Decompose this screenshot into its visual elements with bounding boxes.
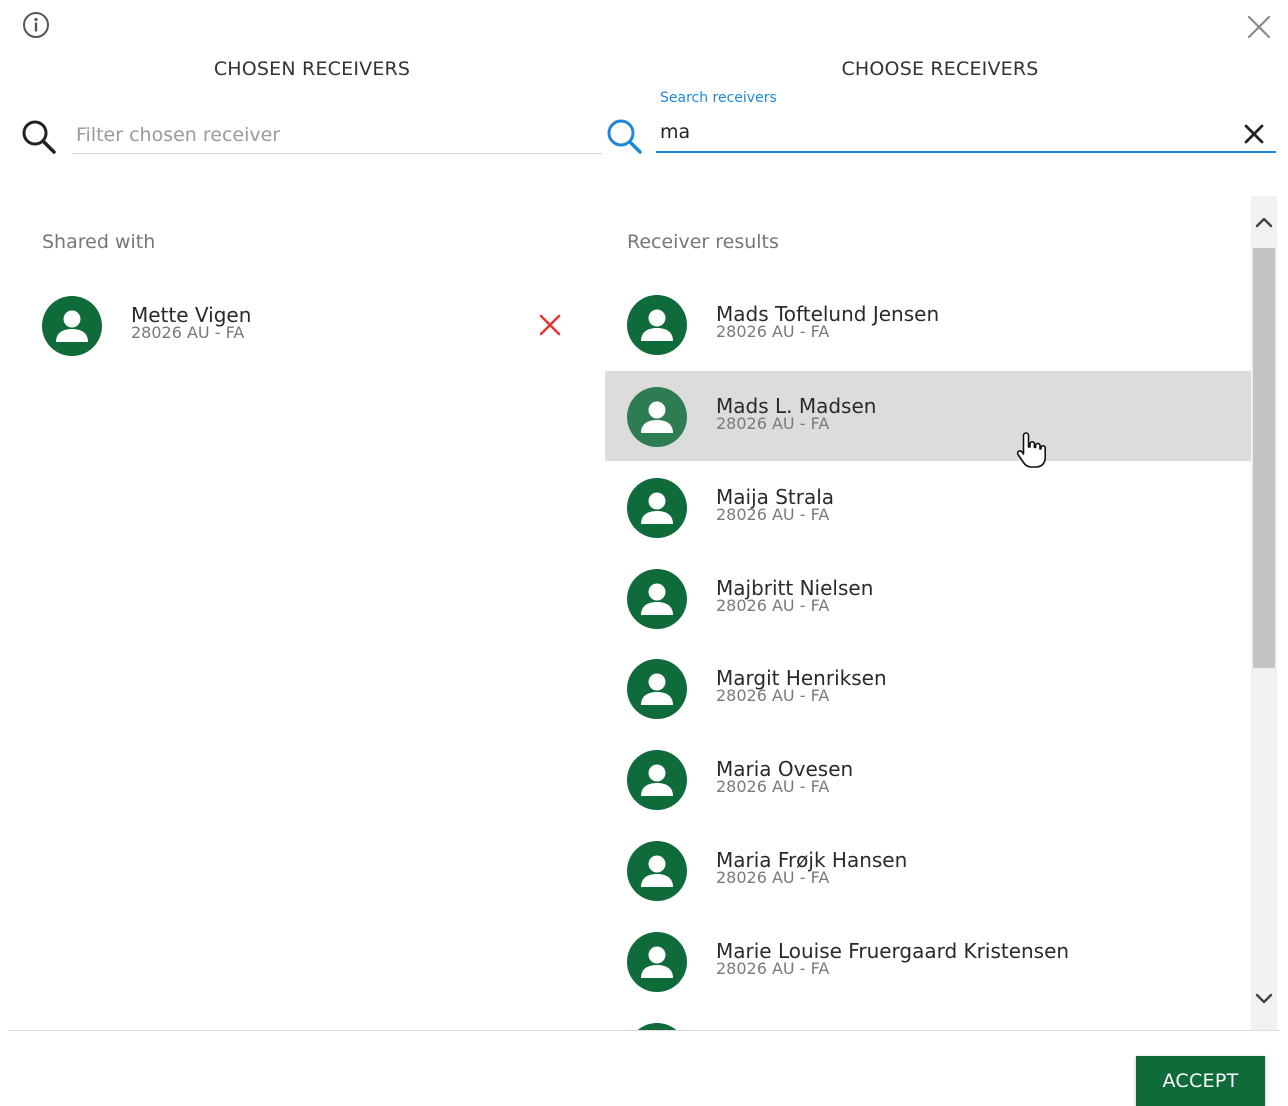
search-icon: [20, 118, 58, 156]
receiver-org: 28026 AU - FA: [716, 959, 830, 978]
receiver-org: 28026 AU - FA: [716, 414, 830, 433]
clear-search-icon[interactable]: [1240, 120, 1268, 148]
receiver-result-item[interactable]: [605, 1007, 1251, 1030]
receiver-org: 28026 AU - FA: [716, 686, 830, 705]
avatar-icon: [627, 841, 687, 901]
close-icon[interactable]: [1245, 13, 1273, 41]
search-receivers-label: Search receivers: [660, 90, 777, 106]
receiver-results-list[interactable]: Mads Toftelund Jensen 28026 AU - FA Mads…: [605, 196, 1251, 1030]
choose-receivers-title: CHOOSE RECEIVERS: [841, 58, 1039, 80]
avatar-icon: [627, 387, 687, 447]
receiver-result-item[interactable]: Majbritt Nielsen 28026 AU - FA: [605, 553, 1251, 643]
receiver-org: 28026 AU - FA: [131, 323, 245, 342]
shared-with-label: Shared with: [42, 231, 156, 253]
receiver-result-item[interactable]: Marie Louise Fruergaard Kristensen 28026…: [605, 916, 1251, 1006]
filter-chosen-input[interactable]: [72, 116, 602, 154]
receiver-org: 28026 AU - FA: [716, 322, 830, 341]
avatar-icon: [627, 569, 687, 629]
chevron-down-icon[interactable]: [1251, 985, 1277, 1011]
avatar-icon: [627, 750, 687, 810]
avatar-icon: [627, 659, 687, 719]
chosen-receiver-item: Mette Vigen 28026 AU - FA: [20, 280, 580, 370]
avatar-icon: [627, 1023, 687, 1030]
avatar-icon: [42, 296, 102, 356]
receiver-result-item[interactable]: Maija Strala 28026 AU - FA: [605, 462, 1251, 552]
receiver-result-item[interactable]: Maria Ovesen 28026 AU - FA: [605, 734, 1251, 824]
chosen-receivers-title: CHOSEN RECEIVERS: [213, 58, 411, 80]
receiver-org: 28026 AU - FA: [716, 777, 830, 796]
avatar-icon: [627, 478, 687, 538]
receiver-result-item[interactable]: Margit Henriksen 28026 AU - FA: [605, 643, 1251, 733]
scrollbar-thumb[interactable]: [1253, 248, 1275, 668]
avatar-icon: [627, 932, 687, 992]
receiver-org: 28026 AU - FA: [716, 596, 830, 615]
remove-receiver-icon[interactable]: [538, 313, 562, 337]
receiver-org: 28026 AU - FA: [716, 868, 830, 887]
avatar-icon: [627, 295, 687, 355]
search-receivers-input[interactable]: [656, 113, 1276, 153]
accept-button[interactable]: ACCEPT: [1136, 1056, 1265, 1106]
info-icon[interactable]: [22, 11, 50, 39]
footer-divider: [8, 1030, 1280, 1031]
receiver-result-item[interactable]: Mads Toftelund Jensen 28026 AU - FA: [605, 279, 1251, 369]
receiver-org: 28026 AU - FA: [716, 505, 830, 524]
search-icon: [604, 118, 644, 158]
chevron-up-icon[interactable]: [1251, 210, 1277, 236]
receiver-result-item[interactable]: Maria Frøjk Hansen 28026 AU - FA: [605, 825, 1251, 915]
receiver-result-item[interactable]: Mads L. Madsen 28026 AU - FA: [605, 371, 1251, 461]
